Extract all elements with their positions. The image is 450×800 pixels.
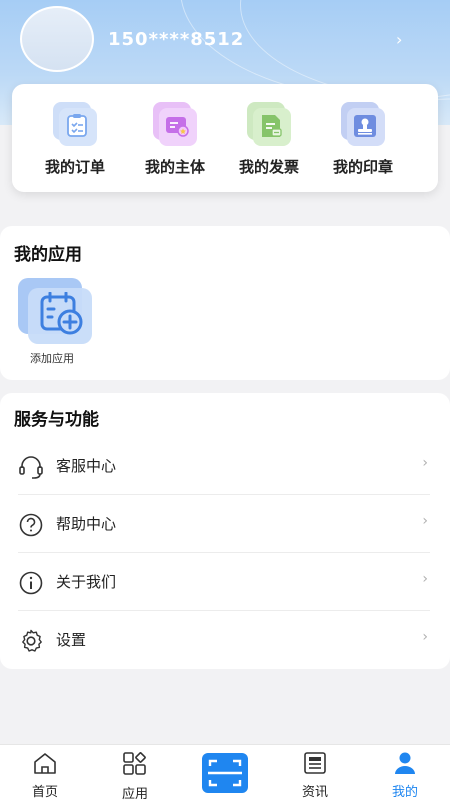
tab-home[interactable]: 首页 — [10, 751, 80, 800]
apps-grid-icon — [123, 752, 146, 775]
add-app-button[interactable]: 添加应用 — [18, 278, 98, 366]
tab-label: 应用 — [121, 787, 148, 800]
service-item-about-us[interactable]: 关于我们 › — [18, 553, 430, 611]
chevron-right-icon: › — [422, 571, 428, 587]
question-circle-icon — [19, 513, 43, 537]
shortcut-my-orders[interactable]: 我的订单 — [30, 102, 120, 177]
tab-apps[interactable]: 应用 — [100, 751, 170, 800]
my-apps-title: 我的应用 — [14, 245, 82, 265]
headset-icon — [19, 456, 43, 479]
shortcut-label: 我的发票 — [238, 158, 299, 176]
service-item-settings[interactable]: 设置 › — [18, 611, 430, 669]
my-apps-card: 我的应用 添加应用 — [0, 226, 450, 380]
scan-icon — [208, 759, 242, 787]
service-label: 客服中心 — [56, 457, 117, 475]
info-circle-icon — [19, 571, 43, 595]
user-phone: 150****8512 — [108, 29, 245, 50]
chevron-right-icon: › — [422, 455, 428, 471]
avatar[interactable] — [20, 6, 94, 72]
entity-badge-icon — [153, 102, 197, 146]
gear-icon — [22, 629, 42, 652]
quick-shortcuts-card: 我的订单 我的主体 我的发票 我的印章 — [12, 84, 438, 192]
bottom-tab-bar: 首页 应用 资讯 我的 — [0, 744, 450, 800]
service-label: 设置 — [56, 631, 87, 649]
invoice-icon — [247, 102, 291, 146]
home-icon — [34, 753, 56, 774]
chevron-right-icon: › — [422, 629, 428, 645]
service-item-customer-service[interactable]: 客服中心 › — [18, 437, 430, 495]
scan-button[interactable] — [202, 753, 248, 793]
user-icon — [395, 752, 415, 774]
service-label: 帮助中心 — [56, 515, 117, 533]
service-label: 关于我们 — [56, 573, 117, 591]
shortcut-my-entity[interactable]: 我的主体 — [130, 102, 220, 177]
calendar-add-icon — [18, 278, 94, 344]
tab-label: 首页 — [31, 785, 58, 800]
service-item-help-center[interactable]: 帮助中心 › — [18, 495, 430, 553]
tab-mine[interactable]: 我的 — [370, 751, 440, 800]
chevron-right-icon: › — [422, 513, 428, 529]
seal-stamp-icon — [341, 102, 385, 146]
services-title: 服务与功能 — [14, 410, 99, 430]
shortcut-my-invoices[interactable]: 我的发票 — [224, 102, 314, 177]
shortcut-label: 我的主体 — [144, 158, 205, 176]
shortcut-my-seals[interactable]: 我的印章 — [318, 102, 408, 177]
tab-news[interactable]: 资讯 — [280, 751, 350, 800]
tab-label: 我的 — [391, 785, 418, 800]
shortcut-label: 我的订单 — [44, 158, 105, 176]
tab-label: 资讯 — [301, 785, 328, 800]
shortcut-label: 我的印章 — [332, 158, 393, 176]
services-card: 服务与功能 客服中心 › 帮助中心 › 关于我们 › 设置 › — [0, 393, 450, 669]
add-app-label: 添加应用 — [30, 352, 74, 365]
profile-chevron-right-icon[interactable]: › — [396, 30, 402, 49]
order-clipboard-icon — [53, 102, 97, 146]
news-icon — [304, 752, 326, 774]
